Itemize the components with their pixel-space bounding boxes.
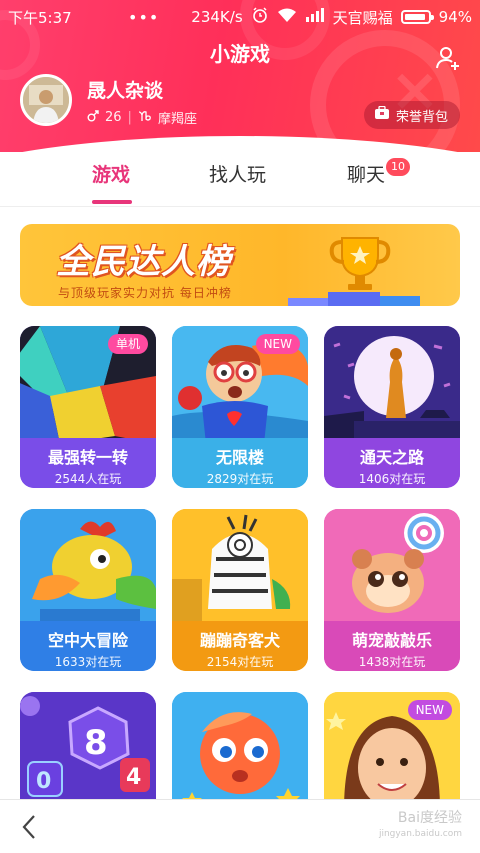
svg-text:0: 0 — [36, 769, 51, 794]
meta-divider: | — [127, 110, 132, 125]
watermark: Bai度经验 jingyan.baidu.com — [379, 810, 462, 842]
game-card[interactable]: 萌宠敲敲乐 1438对在玩 — [324, 509, 460, 671]
game-name: 空中大冒险 — [47, 631, 128, 650]
podium-decoration — [288, 298, 328, 306]
game-card[interactable]: 无限楼 2829对在玩 NEW — [172, 326, 308, 488]
battery-icon — [400, 10, 434, 24]
tab-find-players[interactable]: 找人玩 — [209, 160, 266, 187]
status-time: 下午5:37 — [8, 8, 72, 27]
status-more-dots: ••• — [128, 7, 160, 27]
honor-backpack-button[interactable]: 荣誉背包 — [363, 101, 460, 129]
game-info: 蹦蹦奇客犬 2154对在玩 — [172, 621, 308, 671]
game-info: 无限楼 2829对在玩 — [172, 438, 308, 488]
game-info: 最强转一转 2544人在玩 — [20, 438, 156, 488]
tab-chat[interactable]: 聊天 — [347, 160, 385, 187]
svg-text:4: 4 — [126, 765, 141, 790]
podium-decoration — [380, 296, 420, 306]
game-card[interactable]: 蹦蹦奇客犬 2154对在玩 — [172, 509, 308, 671]
game-info: 空中大冒险 1633对在玩 — [20, 621, 156, 671]
game-art — [324, 509, 460, 627]
game-art — [172, 692, 308, 810]
battery-level — [404, 14, 426, 20]
game-player-count: 2154对在玩 — [206, 655, 274, 669]
game-player-count: 1438对在玩 — [358, 655, 426, 669]
watermark-subtext: jingyan.baidu.com — [378, 829, 462, 839]
wifi-icon — [277, 7, 297, 27]
banner-title: 全民达人榜 — [56, 242, 231, 282]
game-name: 蹦蹦奇客犬 — [199, 631, 280, 650]
game-name: 萌宠敲敲乐 — [351, 631, 432, 650]
user-zodiac: 摩羯座 — [157, 112, 197, 127]
tabs-divider — [0, 206, 480, 207]
back-icon[interactable] — [18, 814, 42, 840]
game-player-count: 2544人在玩 — [54, 472, 122, 486]
podium-decoration — [328, 292, 380, 306]
game-name: 最强转一转 — [47, 448, 128, 467]
signal-icon — [305, 7, 325, 27]
game-card[interactable]: 最强转一转 2544人在玩 单机 — [20, 326, 156, 488]
game-player-count: 2829对在玩 — [206, 472, 274, 486]
game-art — [324, 326, 460, 444]
game-player-count: 1406对在玩 — [358, 472, 426, 486]
game-art — [20, 509, 156, 627]
tab-games[interactable]: 游戏 — [92, 160, 130, 187]
banner-subtitle: 与顶级玩家实力对抗 每日冲榜 — [58, 286, 232, 300]
status-bar: 下午5:37 ••• 234K/s 天官赐福 94% — [0, 0, 480, 34]
add-friend-icon[interactable] — [434, 44, 462, 72]
game-card[interactable]: 空中大冒险 1633对在玩 — [20, 509, 156, 671]
game-art — [172, 509, 308, 627]
game-info: 通天之路 1406对在玩 — [324, 438, 460, 488]
game-new-tag: NEW — [407, 700, 452, 720]
game-art: 8 0 4 — [20, 692, 156, 810]
capricorn-icon — [138, 110, 152, 126]
game-new-tag: NEW — [255, 334, 300, 354]
network-speed: 234K/s — [191, 8, 243, 26]
carrier-name: 天官赐福 — [332, 8, 393, 27]
battery-percent: 94% — [438, 8, 472, 26]
game-info: 萌宠敲敲乐 1438对在玩 — [324, 621, 460, 671]
user-meta: 26 | 摩羯座 — [87, 108, 197, 127]
game-tag: 单机 — [107, 334, 148, 354]
honor-backpack-label: 荣誉背包 — [395, 109, 448, 125]
game-card[interactable]: 通天之路 1406对在玩 — [324, 326, 460, 488]
header: × 下午5:37 ••• 234K/s 天官赐福 94% 小游戏 晟人杂谈 26… — [0, 0, 480, 152]
username: 晟人杂谈 — [87, 80, 164, 102]
active-tab-indicator — [92, 200, 132, 204]
avatar[interactable] — [20, 74, 72, 126]
page-title: 小游戏 — [210, 42, 270, 66]
game-player-count: 1633对在玩 — [54, 655, 122, 669]
male-icon — [87, 109, 99, 126]
watermark-text: Bai度经验 — [397, 810, 462, 826]
svg-text:8: 8 — [84, 723, 108, 763]
game-name: 无限楼 — [215, 448, 264, 467]
user-age: 26 — [105, 110, 122, 125]
backpack-icon — [374, 105, 390, 124]
chat-unread-badge: 10 — [386, 158, 410, 176]
leaderboard-banner[interactable]: 全民达人榜 与顶级玩家实力对抗 每日冲榜 — [20, 224, 460, 306]
game-name: 通天之路 — [359, 448, 424, 467]
alarm-icon — [251, 6, 269, 28]
bottom-navigation-bar: Bai度经验 jingyan.baidu.com — [0, 799, 480, 853]
